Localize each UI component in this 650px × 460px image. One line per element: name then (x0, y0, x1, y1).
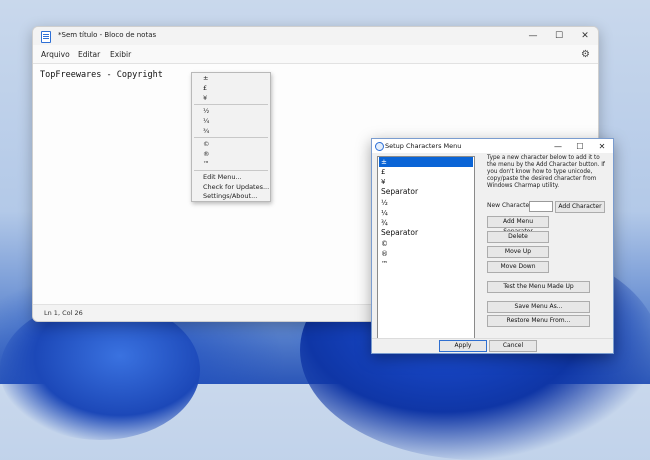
close-button[interactable]: ✕ (572, 27, 598, 45)
add-separator-button[interactable]: Add Menu Separator (487, 216, 549, 235)
minimize-button[interactable]: — (520, 27, 546, 45)
dialog-title: Setup Characters Menu (385, 142, 462, 150)
notepad-title: *Sem título - Bloco de notas (58, 31, 157, 39)
minimize-button[interactable]: — (547, 139, 569, 153)
menu-item-plusminus[interactable]: ± (203, 74, 208, 82)
move-down-button[interactable]: Move Down (487, 261, 549, 273)
cancel-button[interactable]: Cancel (489, 340, 537, 352)
list-item[interactable]: ± (379, 157, 473, 167)
new-character-label: New Character: (487, 202, 534, 209)
app-icon (375, 142, 384, 151)
apply-button[interactable]: Apply (439, 340, 487, 352)
menu-editar[interactable]: Editar (78, 50, 100, 59)
list-item[interactable]: © (379, 239, 473, 249)
list-item[interactable]: £ (379, 167, 473, 177)
save-menu-button[interactable]: Save Menu As... (487, 301, 590, 313)
cursor-position: Ln 1, Col 26 (44, 309, 83, 317)
menu-arquivo[interactable]: Arquivo (41, 50, 70, 59)
characters-listbox[interactable]: ± £ ¥ Separator ½ ¼ ¾ Separator © ® ™ (377, 156, 475, 342)
gear-icon[interactable]: ⚙ (581, 49, 590, 60)
setup-characters-dialog: Setup Characters Menu — ☐ ✕ ± £ ¥ Separa… (371, 138, 614, 354)
editor-content: TopFreewares - Copyright (40, 70, 163, 80)
menu-item-edit-menu[interactable]: Edit Menu... (203, 173, 242, 181)
maximize-button[interactable]: ☐ (569, 139, 591, 153)
add-character-button[interactable]: Add Character (555, 201, 605, 213)
menu-item-pound[interactable]: £ (203, 84, 207, 92)
menu-exibir[interactable]: Exibir (110, 50, 131, 59)
dialog-titlebar[interactable]: Setup Characters Menu — ☐ ✕ (372, 139, 613, 153)
list-item[interactable]: ™ (379, 259, 473, 269)
list-item[interactable]: Separator (379, 228, 473, 238)
menu-item-quarter[interactable]: ¼ (203, 117, 209, 125)
instructions-text: Type a new character below to add it to … (487, 155, 605, 189)
menu-bar: Arquivo Editar Exibir ⚙ (33, 47, 598, 63)
menu-separator (194, 137, 268, 138)
notepad-icon (41, 31, 51, 43)
maximize-button[interactable]: ☐ (546, 27, 572, 45)
test-menu-button[interactable]: Test the Menu Made Up (487, 281, 590, 293)
list-item[interactable]: ½ (379, 198, 473, 208)
menu-separator (194, 104, 268, 105)
menu-item-registered[interactable]: ® (203, 150, 210, 158)
menu-item-trademark[interactable]: ™ (203, 160, 210, 168)
list-item[interactable]: Separator (379, 187, 473, 197)
new-character-input[interactable] (529, 201, 553, 212)
menu-item-yen[interactable]: ¥ (203, 94, 207, 102)
menu-item-check-updates[interactable]: Check for Updates... (203, 183, 269, 191)
menu-item-settings-about[interactable]: Settings/About... (203, 192, 257, 200)
characters-popup-menu: ± £ ¥ ½ ¼ ¾ © ® ™ Edit Menu... Check for… (191, 72, 271, 202)
list-item[interactable]: ¥ (379, 177, 473, 187)
delete-button[interactable]: Delete (487, 231, 549, 243)
list-item[interactable]: ¾ (379, 218, 473, 228)
restore-menu-button[interactable]: Restore Menu From... (487, 315, 590, 327)
menu-separator (194, 170, 268, 171)
dialog-footer: Apply Cancel (372, 338, 613, 353)
menu-item-three-quarters[interactable]: ¾ (203, 127, 209, 135)
close-button[interactable]: ✕ (591, 139, 613, 153)
list-item[interactable]: ¼ (379, 208, 473, 218)
menu-item-copyright[interactable]: © (203, 140, 210, 148)
notepad-titlebar[interactable]: *Sem título - Bloco de notas — ☐ ✕ (33, 27, 598, 45)
list-item[interactable]: ® (379, 249, 473, 259)
move-up-button[interactable]: Move Up (487, 246, 549, 258)
menu-item-half[interactable]: ½ (203, 107, 209, 115)
